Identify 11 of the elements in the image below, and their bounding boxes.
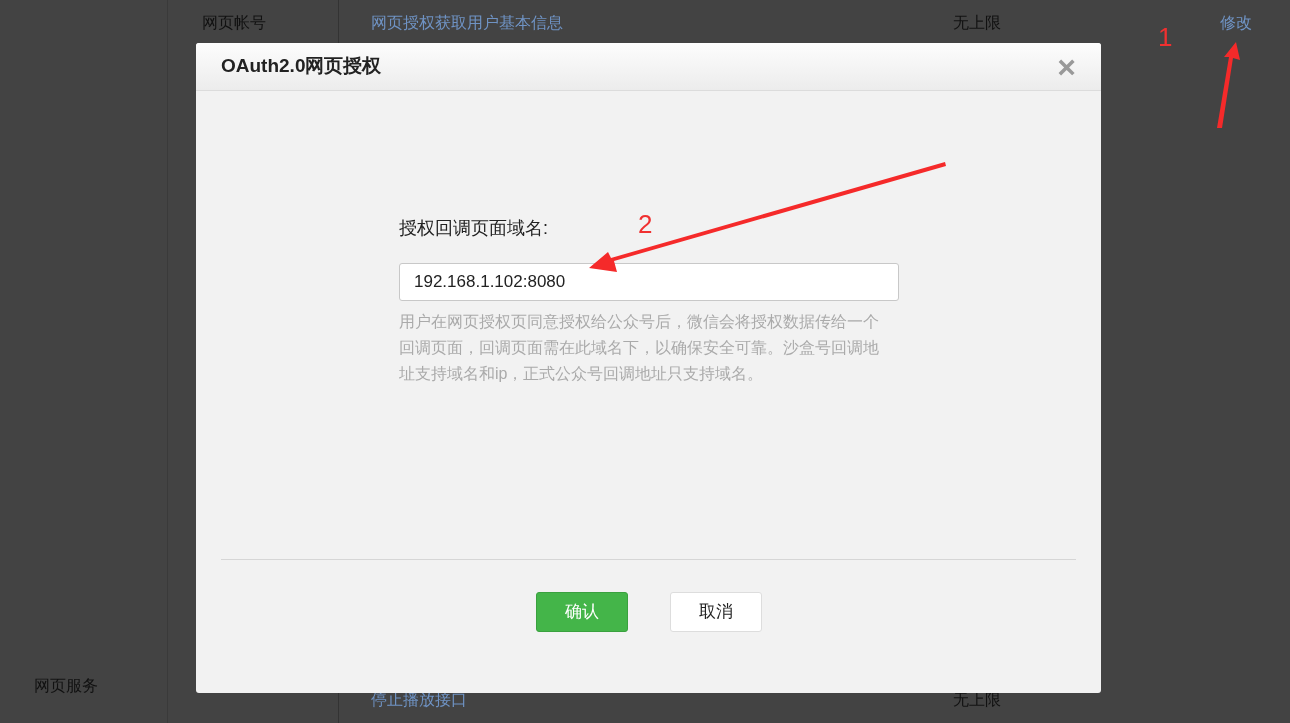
confirm-button[interactable]: 确认 <box>535 592 628 632</box>
annotation-number: 2 <box>638 208 653 241</box>
cancel-button[interactable]: 取消 <box>669 592 762 632</box>
hint-text: 用户在网页授权页同意授权给公众号后，微信会将授权数据传给一个回调页面，回调页面需在此域名下，以确保安全可靠。沙盒号回调地址支持域名和ip，正式公众号回调地址只支持域名。 <box>399 312 879 384</box>
field-label: 授权回调页面域名: <box>399 217 548 240</box>
domain-input[interactable]: 192.168.1.102:8080 <box>399 263 899 301</box>
close-button[interactable]: × <box>1057 50 1076 83</box>
edit-link[interactable]: 修改 <box>1220 14 1252 31</box>
api-link[interactable]: 网页授权获取用户基本信息 <box>371 11 563 35</box>
annotation-number: 1 <box>1158 21 1173 54</box>
dialog-title: OAuth2.0网页授权 <box>221 54 382 79</box>
